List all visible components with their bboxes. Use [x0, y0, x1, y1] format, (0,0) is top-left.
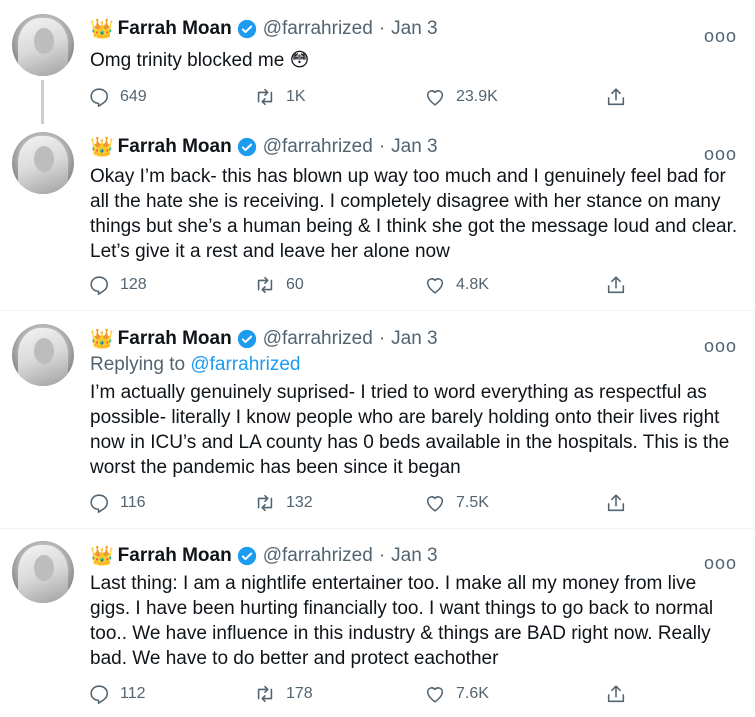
retweet-count: 60 — [286, 276, 304, 293]
heart-icon — [426, 90, 444, 106]
tweet-header: 👑 Farrah Moan @farrahrized · Jan 3 — [90, 541, 438, 571]
share-icon — [607, 685, 625, 703]
verified-badge-icon — [237, 19, 256, 39]
separator-dot: · — [378, 136, 386, 157]
more-options-icon[interactable]: ooo — [704, 336, 737, 357]
tweet-actions: 649 1K 23.9K — [88, 86, 648, 110]
reply-button[interactable]: 128 — [88, 274, 147, 296]
display-name[interactable]: Farrah Moan — [118, 136, 232, 158]
avatar[interactable] — [12, 132, 74, 194]
share-icon — [607, 276, 625, 294]
separator-dot: · — [378, 328, 386, 349]
tweet-actions: 116 132 7.5K — [88, 492, 648, 516]
avatar[interactable] — [12, 541, 74, 603]
tweet[interactable]: 👑 Farrah Moan @farrahrized · Jan 3 ooo L… — [0, 541, 755, 711]
retweet-count: 1K — [286, 88, 306, 105]
like-button[interactable]: 23.9K — [424, 86, 498, 108]
thread-connector — [41, 80, 44, 124]
tweet[interactable]: 👑 Farrah Moan @farrahrized · Jan 3 ooo O… — [0, 132, 755, 302]
retweet-icon — [257, 685, 273, 703]
tweet-text: I’m actually genuinely suprised- I tried… — [90, 382, 730, 478]
tweet[interactable]: 👑 Farrah Moan @farrahrized · Jan 3 ooo O… — [0, 14, 755, 114]
retweet-icon — [257, 276, 273, 294]
replying-to-label: Replying to — [90, 354, 186, 375]
tweet-header: 👑 Farrah Moan @farrahrized · Jan 3 — [90, 132, 438, 162]
separator-dot: · — [378, 545, 386, 566]
reply-icon — [90, 494, 109, 513]
tweet-actions: 128 60 4.8K — [88, 274, 648, 298]
retweet-button[interactable]: 178 — [254, 683, 313, 705]
retweet-button[interactable]: 1K — [254, 86, 306, 108]
avatar[interactable] — [12, 14, 74, 76]
replying-to: Replying to @farrahrized — [90, 354, 300, 376]
share-button[interactable] — [605, 274, 637, 296]
heart-icon — [426, 496, 444, 512]
reply-button[interactable]: 112 — [88, 683, 146, 705]
verified-badge-icon — [237, 329, 256, 349]
avatar[interactable] — [12, 324, 74, 386]
tweet[interactable]: 👑 Farrah Moan @farrahrized · Jan 3 ooo R… — [0, 324, 755, 524]
tweet-divider — [0, 310, 755, 311]
retweet-count: 178 — [286, 685, 313, 702]
reply-count: 116 — [120, 494, 146, 511]
share-icon — [607, 494, 625, 512]
tweet-divider — [0, 528, 755, 529]
reply-icon — [90, 685, 109, 704]
crown-emoji-icon: 👑 — [90, 329, 114, 350]
tweet-date[interactable]: Jan 3 — [391, 136, 437, 158]
reply-icon — [90, 88, 109, 107]
like-count: 7.6K — [456, 685, 489, 702]
tweet-date[interactable]: Jan 3 — [391, 328, 437, 350]
retweet-icon — [257, 88, 273, 106]
retweet-button[interactable]: 132 — [254, 492, 313, 514]
user-handle[interactable]: @farrahrized — [263, 136, 373, 158]
heart-icon — [426, 278, 444, 294]
tweet-header: 👑 Farrah Moan @farrahrized · Jan 3 — [90, 324, 438, 354]
reply-count: 128 — [120, 276, 147, 293]
share-button[interactable] — [605, 492, 637, 514]
retweet-count: 132 — [286, 494, 313, 511]
tweet-text: Omg trinity blocked me 😳 — [90, 50, 310, 71]
more-options-icon[interactable]: ooo — [704, 144, 737, 165]
tweet-date[interactable]: Jan 3 — [391, 18, 437, 40]
crown-emoji-icon: 👑 — [90, 137, 114, 158]
crown-emoji-icon: 👑 — [90, 19, 114, 40]
replying-to-handle[interactable]: @farrahrized — [190, 354, 300, 375]
reply-button[interactable]: 649 — [88, 86, 147, 108]
tweet-text: Last thing: I am a nightlife entertainer… — [90, 573, 714, 669]
like-button[interactable]: 7.6K — [424, 683, 489, 705]
heart-icon — [426, 687, 444, 703]
reply-button[interactable]: 116 — [88, 492, 146, 514]
tweet-actions: 112 178 7.6K — [88, 683, 648, 707]
share-button[interactable] — [605, 86, 637, 108]
more-options-icon[interactable]: ooo — [704, 26, 737, 47]
verified-badge-icon — [237, 137, 256, 157]
user-handle[interactable]: @farrahrized — [263, 545, 373, 567]
display-name[interactable]: Farrah Moan — [118, 18, 232, 40]
retweet-icon — [257, 494, 273, 512]
like-count: 4.8K — [456, 276, 489, 293]
reply-count: 112 — [120, 685, 146, 702]
reply-count: 649 — [120, 88, 147, 105]
like-count: 23.9K — [456, 88, 498, 105]
crown-emoji-icon: 👑 — [90, 546, 114, 567]
tweet-date[interactable]: Jan 3 — [391, 545, 437, 567]
separator-dot: · — [378, 18, 386, 39]
verified-badge-icon — [237, 546, 256, 566]
reply-icon — [90, 276, 109, 295]
tweet-header: 👑 Farrah Moan @farrahrized · Jan 3 — [90, 14, 438, 44]
like-button[interactable]: 4.8K — [424, 274, 489, 296]
user-handle[interactable]: @farrahrized — [263, 18, 373, 40]
retweet-button[interactable]: 60 — [254, 274, 304, 296]
display-name[interactable]: Farrah Moan — [118, 545, 232, 567]
share-button[interactable] — [605, 683, 637, 705]
share-icon — [607, 88, 625, 106]
tweet-text: Okay I’m back- this has blown up way too… — [90, 166, 738, 262]
display-name[interactable]: Farrah Moan — [118, 328, 232, 350]
like-count: 7.5K — [456, 494, 489, 511]
user-handle[interactable]: @farrahrized — [263, 328, 373, 350]
like-button[interactable]: 7.5K — [424, 492, 489, 514]
